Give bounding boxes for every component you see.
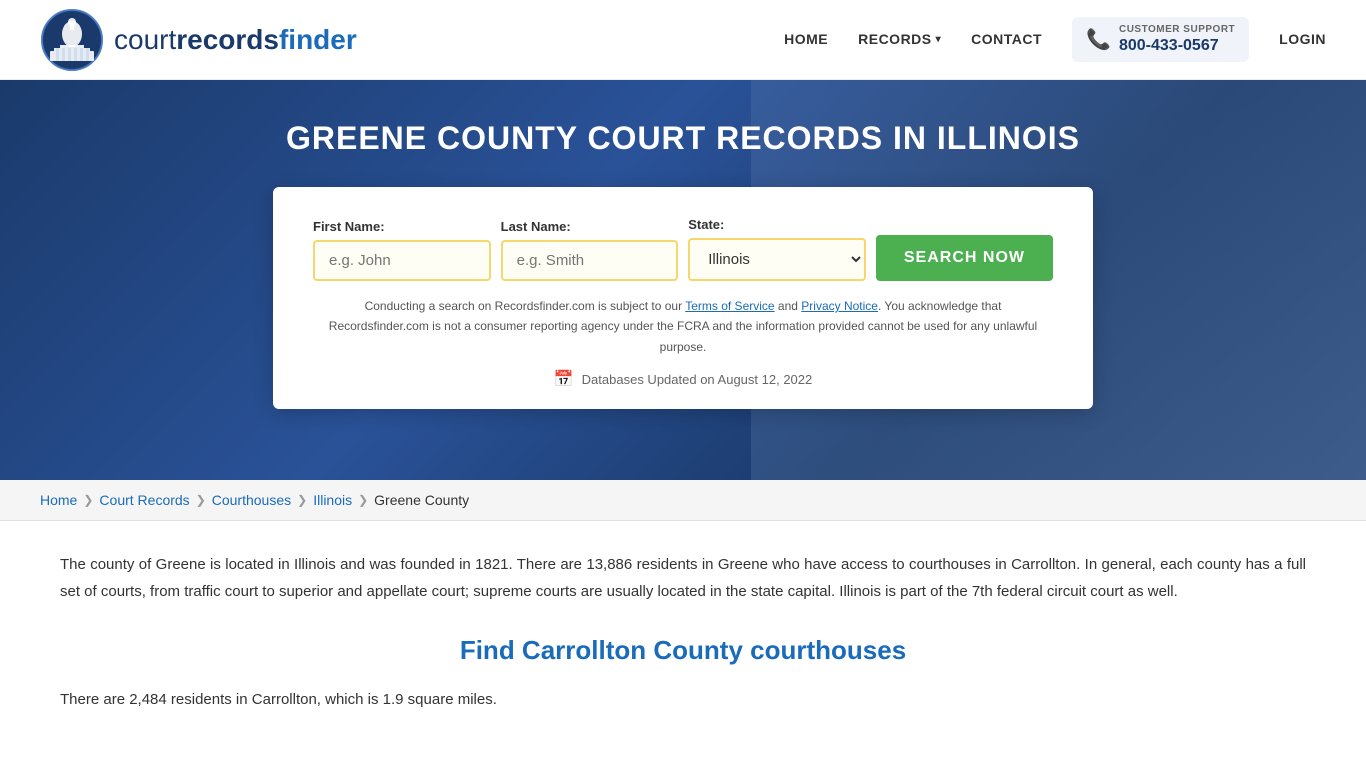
main-nav: HOME RECORDS ▾ CONTACT 📞 CUSTOMER SUPPOR…	[784, 17, 1326, 63]
db-update-text: Databases Updated on August 12, 2022	[582, 372, 813, 387]
support-area: 📞 CUSTOMER SUPPORT 800-433-0567	[1072, 17, 1249, 63]
breadcrumb-current: Greene County	[374, 492, 469, 508]
section-title: Find Carrollton County courthouses	[60, 635, 1306, 666]
terms-link[interactable]: Terms of Service	[685, 299, 774, 313]
breadcrumb-illinois[interactable]: Illinois	[313, 492, 352, 508]
main-content: The county of Greene is located in Illin…	[0, 521, 1366, 753]
calendar-icon: 📅	[554, 369, 574, 389]
last-name-label: Last Name:	[501, 219, 679, 234]
nav-records[interactable]: RECORDS ▾	[858, 31, 941, 47]
breadcrumb-courthouses[interactable]: Courthouses	[212, 492, 291, 508]
intro-paragraph: The county of Greene is located in Illin…	[60, 551, 1306, 605]
db-update: 📅 Databases Updated on August 12, 2022	[313, 369, 1053, 389]
search-card: First Name: Last Name: State: AlabamaAla…	[273, 187, 1093, 409]
breadcrumb-sep-1: ❯	[83, 493, 93, 507]
last-name-input[interactable]	[501, 240, 679, 281]
logo-icon	[40, 8, 104, 72]
nav-home[interactable]: HOME	[784, 31, 828, 47]
breadcrumb-sep-3: ❯	[297, 493, 307, 507]
headphone-icon: 📞	[1086, 27, 1111, 52]
hero-section: GREENE COUNTY COURT RECORDS IN ILLINOIS …	[0, 80, 1366, 480]
breadcrumb-sep-2: ❯	[196, 493, 206, 507]
nav-login[interactable]: LOGIN	[1279, 31, 1326, 47]
nav-contact[interactable]: CONTACT	[971, 31, 1042, 47]
first-name-group: First Name:	[313, 219, 491, 281]
first-name-input[interactable]	[313, 240, 491, 281]
state-select[interactable]: AlabamaAlaskaArizonaArkansasCaliforniaCo…	[688, 238, 866, 281]
first-name-label: First Name:	[313, 219, 491, 234]
privacy-link[interactable]: Privacy Notice	[801, 299, 878, 313]
breadcrumb-bar: Home ❯ Court Records ❯ Courthouses ❯ Ill…	[0, 480, 1366, 521]
search-fields: First Name: Last Name: State: AlabamaAla…	[313, 217, 1053, 281]
breadcrumb-sep-4: ❯	[358, 493, 368, 507]
logo-text: courtrecordsfinder	[114, 24, 357, 56]
breadcrumb-court-records[interactable]: Court Records	[99, 492, 189, 508]
breadcrumb-home[interactable]: Home	[40, 492, 77, 508]
site-header: courtrecordsfinder HOME RECORDS ▾ CONTAC…	[0, 0, 1366, 80]
breadcrumb: Home ❯ Court Records ❯ Courthouses ❯ Ill…	[40, 492, 1326, 508]
search-button[interactable]: SEARCH NOW	[876, 235, 1053, 281]
state-group: State: AlabamaAlaskaArizonaArkansasCalif…	[688, 217, 866, 281]
support-number: 800-433-0567	[1119, 36, 1235, 57]
chevron-down-icon: ▾	[936, 34, 942, 45]
state-label: State:	[688, 217, 866, 232]
support-label: CUSTOMER SUPPORT	[1119, 23, 1235, 36]
disclaimer-text: Conducting a search on Recordsfinder.com…	[313, 296, 1053, 357]
sub-paragraph: There are 2,484 residents in Carrollton,…	[60, 686, 1306, 713]
page-title: GREENE COUNTY COURT RECORDS IN ILLINOIS	[286, 120, 1080, 157]
last-name-group: Last Name:	[501, 219, 679, 281]
logo-link[interactable]: courtrecordsfinder	[40, 8, 357, 72]
